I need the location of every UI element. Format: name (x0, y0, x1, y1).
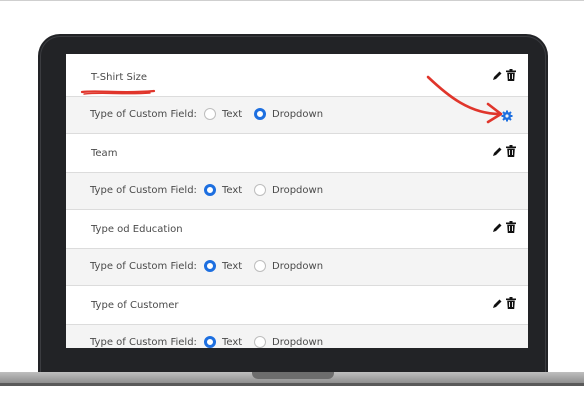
text-option-label: Text (222, 260, 243, 272)
pencil-icon[interactable] (491, 146, 503, 158)
dropdown-radio-option[interactable]: Dropdown (254, 108, 323, 120)
field-type-label: Type of Custom Field: (90, 185, 197, 196)
top-divider (0, 0, 584, 1)
field-type-label: Type of Custom Field: (90, 337, 197, 348)
text-radio[interactable] (204, 108, 216, 120)
dropdown-radio[interactable] (254, 336, 266, 348)
dropdown-option-label: Dropdown (272, 260, 324, 272)
dropdown-option-label: Dropdown (272, 184, 324, 196)
trash-icon[interactable] (506, 297, 516, 309)
text-radio-option[interactable]: Text (204, 108, 242, 120)
red-arrow-annotation (426, 75, 503, 124)
dropdown-radio[interactable] (254, 108, 266, 120)
custom-field-row: Team (66, 134, 528, 172)
custom-field-row: Type od Education (66, 210, 528, 248)
trash-icon[interactable] (506, 145, 516, 157)
text-option-label: Text (222, 184, 243, 196)
text-radio-option[interactable]: Text (204, 184, 242, 196)
text-radio-option[interactable]: Text (204, 336, 242, 348)
text-radio-option[interactable]: Text (204, 260, 242, 272)
laptop-base-notch (252, 372, 334, 379)
dropdown-option-label: Dropdown (272, 336, 324, 348)
field-title: Type od Education (91, 224, 183, 235)
field-type-row: Type of Custom Field: Text Dropdown (66, 324, 528, 348)
text-option-label: Text (222, 336, 243, 348)
dropdown-radio-option[interactable]: Dropdown (254, 336, 323, 348)
text-radio[interactable] (204, 184, 216, 196)
trash-icon[interactable] (506, 69, 516, 81)
field-title: Type of Customer (91, 300, 179, 311)
text-option-label: Text (222, 108, 243, 120)
field-title: Team (91, 148, 118, 159)
field-type-row: Type of Custom Field: Text Dropdown (66, 172, 528, 210)
dropdown-radio-option[interactable]: Dropdown (254, 260, 323, 272)
dropdown-radio[interactable] (254, 260, 266, 272)
text-radio[interactable] (204, 260, 216, 272)
dropdown-option-label: Dropdown (272, 108, 324, 120)
laptop-screen: T-Shirt Size Type of Custom Field: Text … (66, 54, 528, 348)
pencil-icon[interactable] (491, 298, 503, 310)
dropdown-radio[interactable] (254, 184, 266, 196)
custom-field-row: Type of Customer (66, 286, 528, 324)
pencil-icon[interactable] (491, 222, 503, 234)
text-radio[interactable] (204, 336, 216, 348)
field-type-row: Type of Custom Field: Text Dropdown (66, 248, 528, 286)
field-type-label: Type of Custom Field: (90, 261, 197, 272)
red-underline-annotation (80, 89, 156, 95)
field-title: T-Shirt Size (91, 72, 148, 83)
dropdown-radio-option[interactable]: Dropdown (254, 184, 323, 196)
laptop-base-shadow (0, 383, 584, 386)
field-type-label: Type of Custom Field: (90, 109, 197, 120)
trash-icon[interactable] (506, 221, 516, 233)
